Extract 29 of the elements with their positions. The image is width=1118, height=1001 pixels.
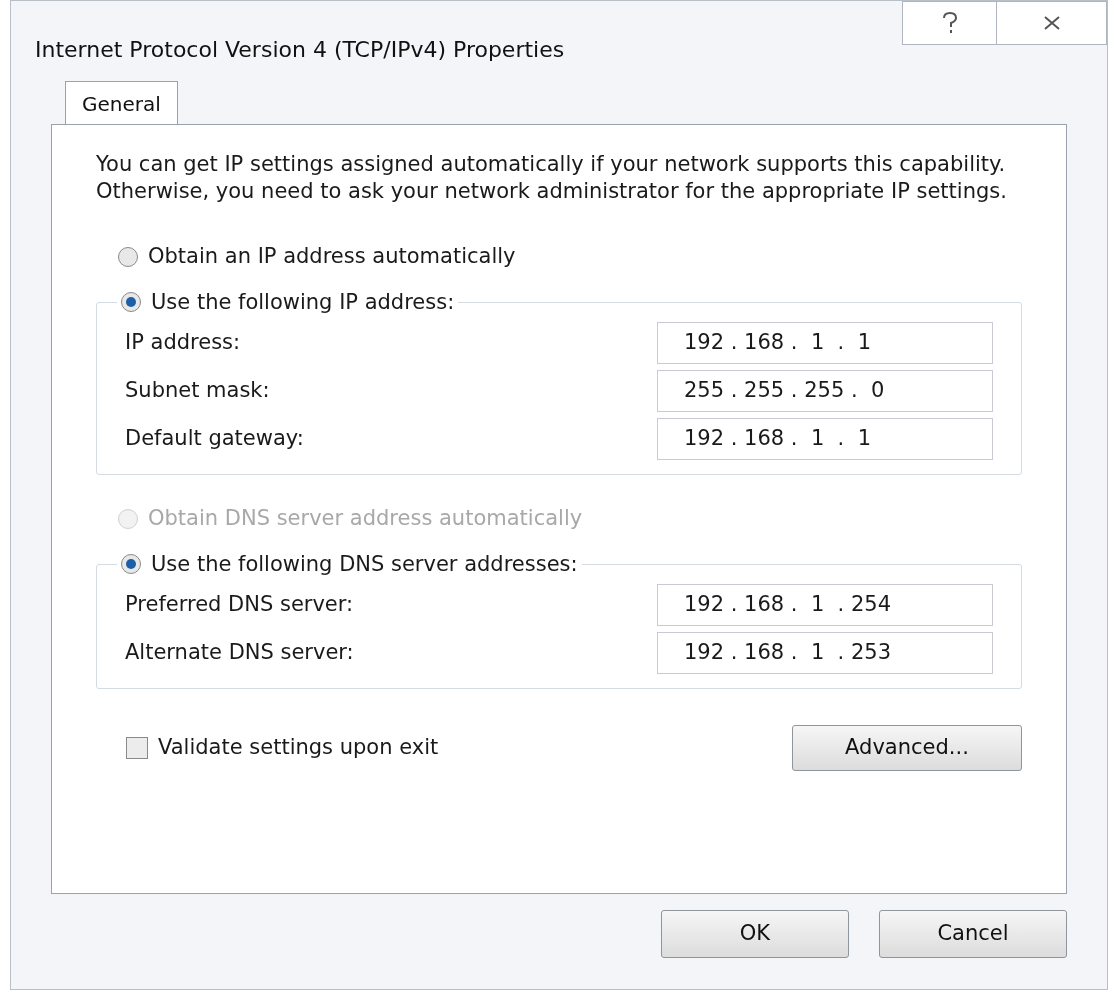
intro-text: You can get IP settings assigned automatically if your network supports this capability. Otherwise, you need to ask your network administrator for the appropriate IP settings. (96, 151, 1008, 205)
field-label: Subnet mask: (125, 377, 270, 405)
ip-address-field[interactable]: 192 . 168 . 1 . 254 (657, 584, 993, 626)
tab[interactable]: General (65, 81, 178, 125)
field-label: Preferred DNS server: (125, 591, 354, 619)
dialog-button[interactable]: Cancel (879, 910, 1067, 958)
radio-button[interactable] (121, 554, 141, 575)
ip-address-field[interactable]: 192 . 168 . 1 . 1 (657, 322, 993, 364)
radio-button[interactable] (121, 292, 141, 313)
dialog-button[interactable]: OK (661, 910, 849, 958)
checkbox[interactable] (126, 737, 148, 759)
field-label: Alternate DNS server: (125, 639, 354, 667)
radio-label: Use the following DNS server addresses: (151, 550, 578, 578)
field-label: IP address: (125, 329, 241, 357)
ip-address-field[interactable]: 255 . 255 . 255 . 0 (657, 370, 993, 412)
ip-address-field[interactable]: 192 . 168 . 1 . 253 (657, 632, 993, 674)
help-button[interactable] (902, 1, 997, 45)
radio-label: Use the following IP address: (151, 288, 455, 316)
field-label: Default gateway: (125, 425, 304, 453)
radio-button[interactable] (118, 246, 138, 267)
advanced-button[interactable]: Advanced... (792, 725, 1022, 771)
radio-label: Obtain an IP address automatically (148, 243, 516, 270)
window-title: Internet Protocol Version 4 (TCP/IPv4) Properties (35, 36, 565, 64)
close-button[interactable] (997, 1, 1107, 45)
close-icon (1042, 15, 1061, 31)
help-icon (941, 12, 958, 34)
ip-address-field[interactable]: 192 . 168 . 1 . 1 (657, 418, 993, 460)
checkbox-label: Validate settings upon exit (158, 734, 439, 762)
radio-label: Obtain DNS server address automatically (148, 505, 583, 532)
